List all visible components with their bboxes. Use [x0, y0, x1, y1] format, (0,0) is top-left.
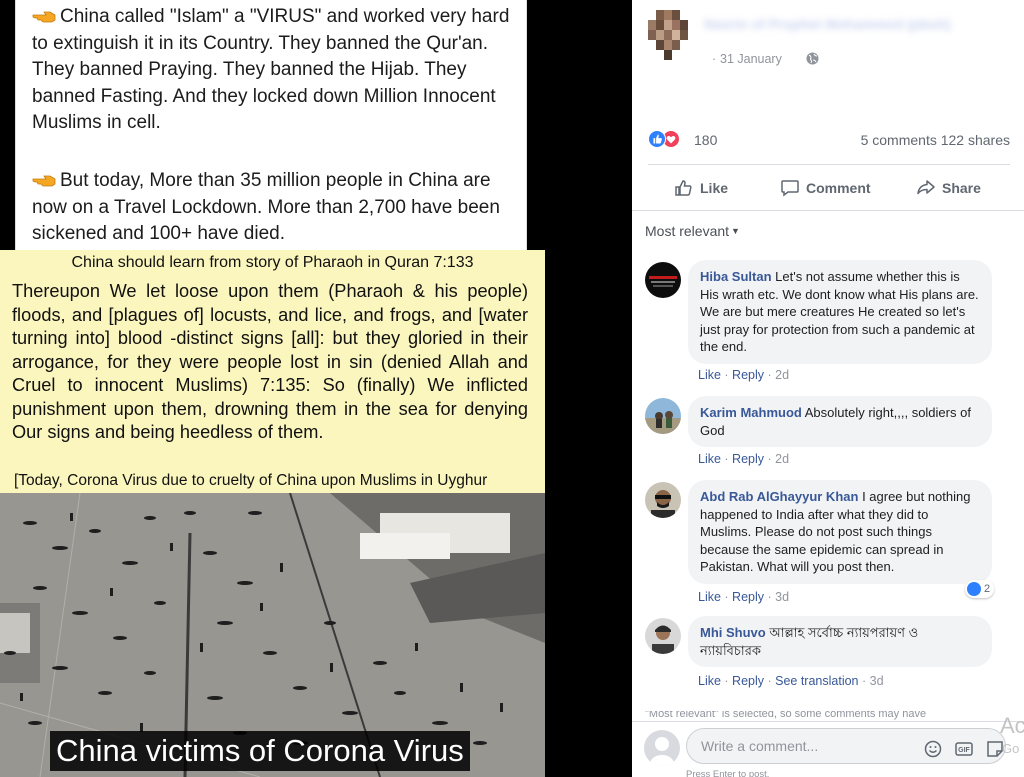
quran-quote-box: China should learn from story of Pharaoh…	[0, 250, 545, 493]
screenshot-paragraph-2: But today, More than 35 million people i…	[16, 168, 526, 248]
comment-author[interactable]: Mhi Shuvo	[700, 625, 766, 640]
post-header: Nasrin of Prophet Mohammed (pbuh) · 31 J…	[648, 10, 1018, 66]
like-button[interactable]: Like	[674, 177, 728, 199]
comment-reply-link[interactable]: Reply	[732, 674, 764, 688]
comments-shares-count[interactable]: 5 comments 122 shares	[861, 132, 1010, 148]
reaction-count: 180	[694, 132, 718, 148]
quran-body: Thereupon We let loose upon them (Pharao…	[12, 281, 528, 442]
like-reaction-icon	[648, 130, 666, 148]
quran-footer: [Today, Corona Virus due to cruelty of C…	[14, 472, 488, 489]
see-translation-link[interactable]: See translation	[775, 674, 858, 688]
comment-time[interactable]: 2d	[775, 452, 789, 466]
comment-composer: GIF Press Enter to post.	[632, 721, 1024, 777]
like-button-label: Like	[700, 180, 729, 196]
post-sidebar: Nasrin of Prophet Mohammed (pbuh) · 31 J…	[632, 0, 1024, 777]
comment-time[interactable]: 3d	[775, 590, 789, 604]
author-avatar[interactable]	[648, 10, 688, 60]
commenter-avatar[interactable]	[645, 262, 681, 298]
comment-reply-link[interactable]: Reply	[732, 590, 764, 604]
comment-reply-link[interactable]: Reply	[732, 368, 764, 382]
comment-like-link[interactable]: Like	[698, 452, 721, 466]
post-action-bar: Like Comment Share	[648, 164, 1010, 210]
share-arrow-icon	[917, 180, 935, 195]
commenter-avatar[interactable]	[645, 482, 681, 518]
share-button-label: Share	[942, 180, 981, 196]
gif-icon[interactable]: GIF	[955, 740, 973, 758]
post-date[interactable]: 31 January	[720, 52, 782, 66]
post-image[interactable]: China called "Islam" a "VIRUS" and worke…	[0, 0, 545, 777]
emoji-icon[interactable]	[924, 740, 942, 758]
activation-watermark-2: Go	[1002, 741, 1020, 756]
comment-author[interactable]: Hiba Sultan	[700, 269, 772, 284]
quran-heading: China should learn from story of Pharaoh…	[71, 254, 474, 271]
comment-bubble-icon	[781, 180, 799, 197]
comment-reaction-count: 2	[984, 583, 991, 595]
reactions-summary[interactable]: 180 5 comments 122 shares	[648, 128, 1010, 152]
comment-actions: Like · Reply · 3d	[698, 590, 790, 604]
screenshot-paragraph-1-text: China called "Islam" a "VIRUS" and worke…	[32, 6, 510, 133]
comment-button[interactable]: Comment	[780, 177, 871, 199]
comment-bubble: Karim Mahmuod Absolutely right,,,, soldi…	[688, 396, 992, 447]
comment-time[interactable]: 3d	[870, 674, 884, 688]
comment-bubble: Abd Rab AlGhayyur Khan I agree but nothi…	[688, 480, 992, 584]
comment-actions: Like · Reply · 2d	[698, 452, 790, 466]
comment-sort-label: Most relevant	[645, 223, 730, 239]
comment-sort-dropdown[interactable]: Most relevant ▼	[645, 223, 740, 239]
comment-like-link[interactable]: Like	[698, 590, 721, 604]
thumbs-up-icon	[675, 180, 692, 196]
screenshot-paragraph-2-text: But today, More than 35 million people i…	[32, 170, 500, 244]
pointing-hand-icon	[32, 5, 58, 23]
screenshot-text-card: China called "Islam" a "VIRUS" and worke…	[15, 0, 527, 250]
comment-reply-link[interactable]: Reply	[732, 452, 764, 466]
lightbox-backdrop[interactable]	[545, 0, 632, 777]
like-reaction-icon	[967, 582, 981, 596]
globe-icon	[806, 52, 819, 65]
share-button[interactable]: Share	[916, 177, 981, 199]
comment-reaction-badge[interactable]: 2	[965, 580, 995, 598]
comment-bubble: Mhi Shuvo আল্লাহ সর্বোচ্চ ন্যায়পরায়ণ ও…	[688, 616, 992, 667]
comment-actions: Like · Reply · 2d	[698, 368, 790, 382]
comment-like-link[interactable]: Like	[698, 368, 721, 382]
comment-actions: Like · Reply · See translation · 3d	[698, 674, 884, 688]
commenter-avatar[interactable]	[645, 398, 681, 434]
comment-bubble: Hiba Sultan Let's not assume whether thi…	[688, 260, 992, 364]
commenter-avatar[interactable]	[645, 618, 681, 654]
comment-like-link[interactable]: Like	[698, 674, 721, 688]
author-name[interactable]: Nasrin of Prophet Mohammed (pbuh)	[704, 16, 1024, 34]
comment-author[interactable]: Abd Rab AlGhayyur Khan	[700, 489, 858, 504]
screenshot-paragraph-1: China called "Islam" a "VIRUS" and worke…	[16, 4, 526, 137]
caret-down-icon: ▼	[731, 226, 740, 236]
comment-button-label: Comment	[806, 180, 871, 196]
pointing-hand-icon	[32, 169, 58, 187]
comment-time[interactable]: 2d	[775, 368, 789, 382]
photo-caption: China victims of Corona Virus	[50, 731, 470, 771]
comment-author[interactable]: Karim Mahmuod	[700, 405, 802, 420]
date-separator: ·	[712, 52, 717, 66]
current-user-avatar	[644, 730, 680, 766]
activation-watermark: Ac	[1000, 713, 1024, 738]
svg-text:GIF: GIF	[958, 747, 970, 754]
press-enter-hint: Press Enter to post.	[686, 769, 770, 777]
